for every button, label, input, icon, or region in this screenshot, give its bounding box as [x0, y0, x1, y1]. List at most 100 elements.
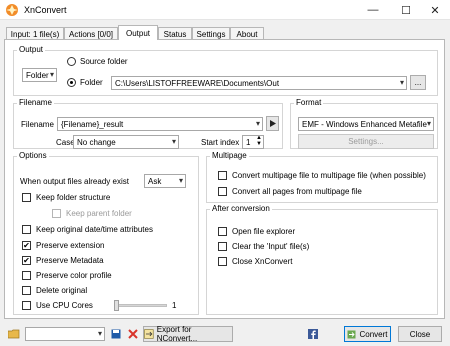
clear-input-checkbox[interactable]: [218, 242, 227, 251]
export-nconvert-label: Export for NConvert...: [156, 325, 198, 343]
open-file-explorer-checkbox[interactable]: [218, 227, 227, 236]
filename-group-title: Filename: [17, 98, 54, 107]
folder-path-select[interactable]: C:\Users\LISTOFFREEWARE\Documents\Out ▾: [111, 76, 407, 90]
convert-to-multipage-checkbox[interactable]: [218, 171, 227, 180]
open-file-explorer-label: Open file explorer: [232, 227, 296, 236]
close-app-checkbox[interactable]: [218, 257, 227, 266]
filename-pattern-select[interactable]: {Filename}_result ▾: [57, 117, 263, 131]
save-preset-button[interactable]: [110, 328, 122, 340]
after-conversion-group: After conversion Open file explorer Clea…: [206, 204, 438, 315]
case-value: No change: [77, 138, 116, 147]
convert-label: Convert: [359, 329, 388, 339]
filename-group: Filename Filename {Filename}_result ▾ Ca…: [13, 98, 283, 149]
chevron-down-icon: ▾: [178, 176, 183, 185]
format-select[interactable]: EMF - Windows Enhanced Metafile ▾: [298, 117, 434, 131]
preserve-color-profile-label: Preserve color profile: [36, 271, 112, 280]
window-title: XnConvert: [24, 5, 67, 15]
insert-variable-button[interactable]: [266, 116, 279, 131]
source-folder-radio[interactable]: [67, 57, 76, 66]
delete-icon: [128, 329, 138, 339]
preserve-metadata-checkbox[interactable]: ✔: [22, 256, 31, 265]
start-index-value: 1: [246, 138, 251, 147]
tab-output[interactable]: Output: [118, 25, 158, 40]
after-conversion-group-title: After conversion: [210, 204, 272, 213]
export-nconvert-button[interactable]: Export for NConvert...: [143, 325, 233, 343]
existing-files-select[interactable]: Ask ▾: [144, 174, 186, 188]
format-value: EMF - Windows Enhanced Metafile: [302, 120, 427, 129]
output-group-title: Output: [17, 45, 46, 54]
filename-label: Filename: [21, 120, 54, 129]
tab-bar: Input: 1 file(s) Actions [0/0] Output St…: [0, 25, 450, 40]
close-app-label: Close XnConvert: [232, 257, 293, 266]
cpu-cores-value: 1: [172, 301, 177, 310]
use-cpu-cores-label: Use CPU Cores: [36, 301, 93, 310]
title-bar: XnConvert — ☐ ✕: [0, 0, 450, 20]
export-icon: [144, 329, 154, 339]
source-folder-label: Source folder: [80, 57, 128, 66]
keep-folder-structure-label: Keep folder structure: [36, 193, 111, 202]
folder-radio[interactable]: [67, 78, 76, 87]
folder-label: Folder: [80, 78, 103, 87]
minimize-button[interactable]: —: [358, 0, 388, 20]
close-button[interactable]: Close: [398, 326, 442, 342]
chevron-down-icon: ▾: [255, 119, 260, 128]
output-group: Output Folder ▾ Source folder Folder C:\…: [13, 45, 438, 96]
format-group-title: Format: [294, 98, 324, 107]
existing-files-value: Ask: [148, 177, 162, 186]
start-index-spinner[interactable]: 1 ▲ ▼: [242, 135, 264, 149]
output-mode-select[interactable]: Folder ▾: [22, 68, 57, 82]
open-folder-button[interactable]: [8, 328, 20, 340]
keep-original-date-checkbox[interactable]: [22, 225, 31, 234]
cpu-cores-slider-thumb[interactable]: [114, 300, 119, 311]
radio-selected-dot: [70, 81, 73, 84]
keep-parent-folder-checkbox[interactable]: [52, 209, 61, 218]
facebook-button[interactable]: [307, 328, 319, 340]
preset-select[interactable]: ▾: [25, 327, 105, 341]
start-index-label: Start index: [201, 138, 240, 147]
play-arrow-icon: [269, 120, 276, 127]
multipage-group-title: Multipage: [210, 151, 249, 160]
close-window-button[interactable]: ✕: [420, 0, 450, 20]
options-group-title: Options: [17, 151, 49, 160]
delete-original-label: Delete original: [36, 286, 88, 295]
spinner-arrows-icon[interactable]: ▲ ▼: [256, 136, 262, 147]
cpu-cores-slider-track[interactable]: [115, 304, 167, 307]
convert-icon: [347, 330, 356, 338]
preserve-extension-label: Preserve extension: [36, 241, 105, 250]
browse-folder-button[interactable]: ...: [410, 75, 426, 90]
options-group: Options When output files already exist …: [13, 151, 199, 315]
chevron-down-icon: ▾: [97, 329, 102, 338]
existing-files-label: When output files already exist: [20, 177, 129, 186]
keep-parent-folder-label: Keep parent folder: [66, 209, 132, 218]
multipage-group: Multipage Convert multipage file to mult…: [206, 151, 438, 203]
convert-button[interactable]: Convert: [344, 326, 391, 342]
format-settings-button[interactable]: Settings...: [298, 134, 434, 149]
keep-original-date-label: Keep original date/time attributes: [36, 225, 153, 234]
xnconvert-app-icon: [6, 4, 18, 16]
filename-pattern-value: {Filename}_result: [61, 120, 124, 129]
chevron-down-icon: ▾: [426, 119, 431, 128]
convert-all-pages-checkbox[interactable]: [218, 187, 227, 196]
preserve-color-profile-checkbox[interactable]: [22, 271, 31, 280]
save-icon: [111, 329, 121, 339]
preserve-extension-checkbox[interactable]: ✔: [22, 241, 31, 250]
clear-input-label: Clear the 'Input' file(s): [232, 242, 310, 251]
use-cpu-cores-checkbox[interactable]: [22, 301, 31, 310]
case-select[interactable]: No change ▾: [73, 135, 179, 149]
convert-all-pages-label: Convert all pages from multipage file: [232, 187, 362, 196]
delete-preset-button[interactable]: [127, 328, 139, 340]
chevron-down-icon: ▾: [171, 137, 176, 146]
delete-original-checkbox[interactable]: [22, 286, 31, 295]
maximize-button[interactable]: ☐: [391, 0, 421, 20]
folder-path-value: C:\Users\LISTOFFREEWARE\Documents\Out: [115, 79, 280, 88]
case-label: Case: [56, 138, 75, 147]
convert-to-multipage-label: Convert multipage file to multipage file…: [232, 171, 426, 180]
chevron-down-icon: ▾: [49, 70, 54, 79]
format-group: Format EMF - Windows Enhanced Metafile ▾…: [290, 98, 438, 149]
bottom-toolbar: ▾ Export for NConvert... Convert Close: [0, 322, 450, 346]
facebook-icon: [308, 329, 318, 339]
chevron-down-icon: ▾: [399, 78, 404, 87]
output-mode-value: Folder: [26, 71, 49, 80]
keep-folder-structure-checkbox[interactable]: [22, 193, 31, 202]
output-panel: Output Folder ▾ Source folder Folder C:\…: [4, 39, 445, 319]
